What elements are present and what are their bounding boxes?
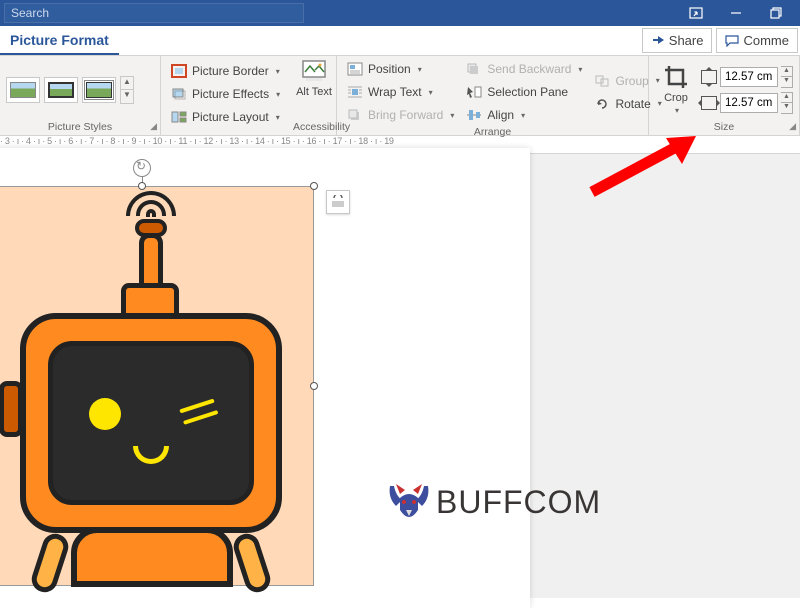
picture-effects-icon xyxy=(171,86,187,102)
resize-handle-top-right[interactable] xyxy=(310,182,318,190)
layout-options-icon xyxy=(330,195,346,209)
size-launcher[interactable]: ◢ xyxy=(789,121,796,132)
resize-handle-top[interactable] xyxy=(138,182,146,190)
group-picture-styles: ▲▼ Picture Styles ◢ xyxy=(0,56,161,135)
alt-text-button[interactable]: Alt Text xyxy=(293,58,335,98)
picture-style-3[interactable] xyxy=(82,77,116,103)
height-icon xyxy=(701,70,717,84)
group-picture-adjust: Picture Border▾ Picture Effects▾ Picture… xyxy=(161,56,287,135)
document-area[interactable]: BUFFCOM xyxy=(0,154,800,598)
page xyxy=(0,148,530,608)
minimize-button[interactable] xyxy=(716,0,756,26)
selection-pane-icon xyxy=(466,84,482,100)
wrap-text-button[interactable]: Wrap Text▾ xyxy=(343,81,458,103)
share-button[interactable]: Share xyxy=(642,28,713,53)
comments-label: Comme xyxy=(743,33,789,48)
crop-icon xyxy=(663,64,689,90)
height-spinner[interactable]: ▲▼ xyxy=(781,66,793,88)
annotation-arrow xyxy=(582,134,702,204)
picture-style-1[interactable] xyxy=(6,77,40,103)
picture-styles-launcher[interactable]: ◢ xyxy=(150,121,157,132)
position-button[interactable]: Position▾ xyxy=(343,58,458,80)
group-label-size: Size xyxy=(655,121,793,133)
rotate-icon xyxy=(594,96,610,112)
layout-options-button[interactable] xyxy=(326,190,350,214)
group-accessibility: Alt Text Accessibility xyxy=(287,56,337,135)
ribbon-display-options-button[interactable] xyxy=(676,0,716,26)
watermark-text: BUFFCOM xyxy=(436,484,601,521)
group-icon xyxy=(594,73,610,89)
resize-handle-right[interactable] xyxy=(310,382,318,390)
group-size: Crop ▾ ▲▼ ▲▼ Size ◢ xyxy=(649,56,800,135)
group-label-picture-styles: Picture Styles xyxy=(6,121,154,133)
group-arrange: Position▾ Wrap Text▾ Bring Forward▾ Send… xyxy=(337,56,649,135)
picture-border-icon xyxy=(171,63,187,79)
ribbon-tabs: Picture Format Share Comme xyxy=(0,26,800,56)
share-label: Share xyxy=(669,33,704,48)
selected-picture[interactable] xyxy=(0,186,314,586)
picture-styles-gallery-more[interactable]: ▲▼ xyxy=(120,76,134,104)
group-label-accessibility: Accessibility xyxy=(293,121,330,133)
picture-effects-button[interactable]: Picture Effects▾ xyxy=(167,83,281,105)
search-input[interactable] xyxy=(4,3,304,23)
bring-forward-icon xyxy=(347,107,363,123)
picture-style-2[interactable] xyxy=(44,77,78,103)
width-icon xyxy=(701,96,717,110)
align-button[interactable]: Align▾ xyxy=(462,104,586,126)
shape-height-input[interactable] xyxy=(720,67,778,87)
position-icon xyxy=(347,61,363,77)
rotate-handle[interactable] xyxy=(133,159,151,177)
send-backward-button: Send Backward▾ xyxy=(462,58,586,80)
crop-button[interactable]: Crop ▾ xyxy=(655,64,697,115)
bring-forward-button: Bring Forward▾ xyxy=(343,104,458,126)
alt-text-icon xyxy=(301,58,327,84)
robot-wifi-icon xyxy=(126,191,176,219)
align-icon xyxy=(466,107,482,123)
send-backward-icon xyxy=(466,61,482,77)
title-bar xyxy=(0,0,800,26)
wrap-text-icon xyxy=(347,84,363,100)
watermark-logo-icon xyxy=(386,480,432,524)
picture-layout-icon xyxy=(171,109,187,125)
robot-illustration xyxy=(0,189,311,585)
comments-button[interactable]: Comme xyxy=(716,28,798,53)
picture-border-button[interactable]: Picture Border▾ xyxy=(167,60,281,82)
selection-pane-button[interactable]: Selection Pane xyxy=(462,81,586,103)
restore-button[interactable] xyxy=(756,0,796,26)
tab-picture-format[interactable]: Picture Format xyxy=(0,26,119,55)
ribbon: ▲▼ Picture Styles ◢ Picture Border▾ Pict… xyxy=(0,56,800,136)
picture-layout-button[interactable]: Picture Layout▾ xyxy=(167,106,281,128)
watermark: BUFFCOM xyxy=(386,480,601,524)
width-spinner[interactable]: ▲▼ xyxy=(781,92,793,114)
shape-width-input[interactable] xyxy=(720,93,778,113)
